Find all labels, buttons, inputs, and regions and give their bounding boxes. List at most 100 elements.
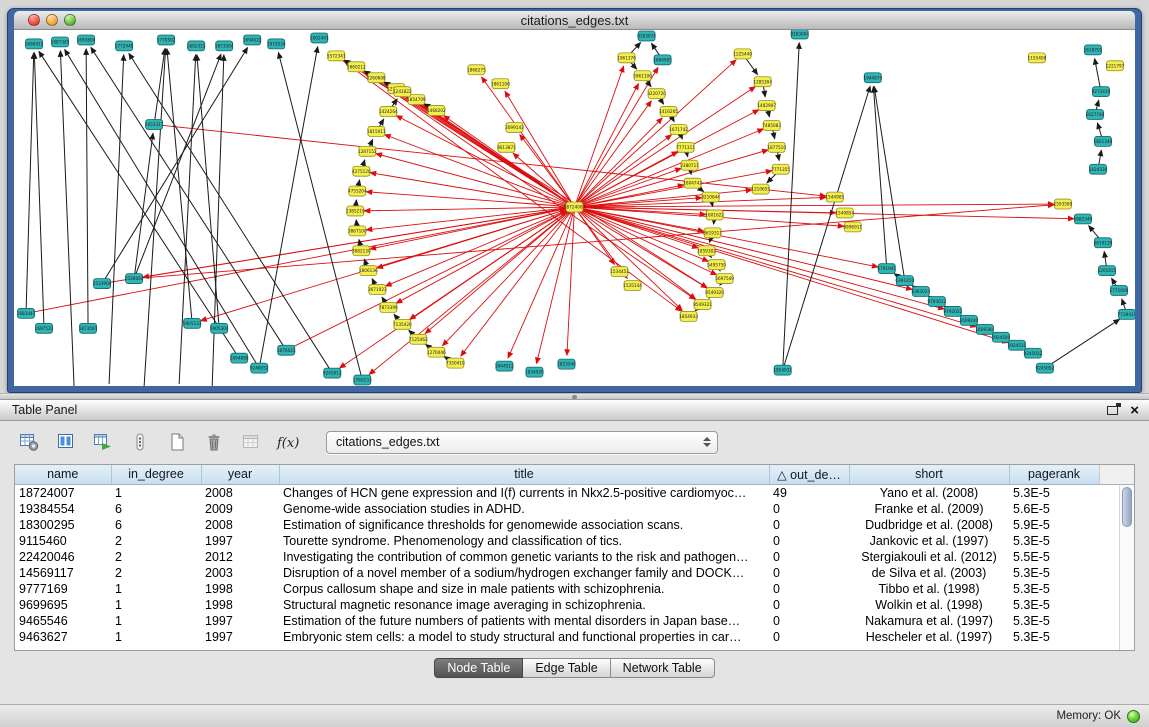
graph-node[interactable]: 1873304 <box>215 41 234 51</box>
graph-node[interactable]: 1549854 <box>835 208 854 218</box>
column-header-short[interactable]: short <box>849 465 1009 484</box>
graph-node[interactable]: 1660212 <box>347 62 366 72</box>
column-header-in_degree[interactable]: in_degree <box>111 465 201 484</box>
graph-node[interactable]: 1770502 <box>157 35 176 45</box>
graph-node[interactable]: 2380711 <box>680 160 699 170</box>
graph-node[interactable]: 1534451 <box>610 267 629 277</box>
graph-node[interactable]: 5905133 <box>183 318 202 328</box>
graph-node[interactable]: 1609240 <box>959 315 978 325</box>
graph-node[interactable]: 3220720 <box>647 89 666 99</box>
graph-node[interactable]: 7873399 <box>379 302 398 312</box>
graph-node[interactable]: 1694022 <box>243 35 262 45</box>
new-document-icon[interactable] <box>164 429 190 455</box>
graph-node[interactable]: 1690415 <box>25 39 44 49</box>
graph-node[interactable]: 3671923 <box>368 285 387 295</box>
graph-node[interactable]: 7771355 <box>771 164 790 174</box>
graph-node[interactable]: 8183004 <box>790 30 809 39</box>
scrollbar-thumb[interactable] <box>1122 487 1132 527</box>
graph-node[interactable]: 1876023 <box>277 345 296 355</box>
graph-node[interactable]: 1854933 <box>679 311 698 321</box>
split-divider[interactable] <box>0 393 1149 400</box>
close-panel-icon[interactable]: × <box>1130 403 1139 418</box>
table-row[interactable]: 2242004622012Investigating the contribut… <box>15 549 1134 565</box>
graph-node[interactable]: 1815411 <box>367 126 386 136</box>
graph-node[interactable]: 1697533 <box>35 323 54 333</box>
graph-node[interactable]: 9245052 <box>1036 363 1055 373</box>
graph-node[interactable]: 1854932 <box>773 365 792 375</box>
graph-node[interactable]: 1285304 <box>753 77 772 87</box>
graph-node[interactable]: 7739410 <box>1118 309 1135 319</box>
column-header-name[interactable]: name <box>15 465 111 484</box>
graph-node[interactable]: 6791941 <box>877 264 896 274</box>
graph-node[interactable]: 1683441 <box>17 308 36 318</box>
graph-node[interactable]: 1861106 <box>491 79 510 89</box>
vertical-scrollbar[interactable] <box>1119 485 1134 650</box>
graph-node[interactable]: 1155408 <box>1028 53 1047 63</box>
import-table-icon[interactable] <box>90 429 116 455</box>
graph-node[interactable]: 2526060 <box>125 274 144 284</box>
graph-node[interactable]: 1821340 <box>1094 136 1113 146</box>
graph-node[interactable]: 9549320 <box>705 288 724 298</box>
close-window-button[interactable] <box>28 14 40 26</box>
table-row[interactable]: 1830029562008Estimation of significance … <box>15 517 1134 533</box>
graph-node[interactable]: 5961100 <box>633 71 652 81</box>
tab-edge-table[interactable]: Edge Table <box>523 658 610 678</box>
graph-node[interactable]: 5944512 <box>495 361 514 371</box>
graph-node[interactable]: 4755204 <box>348 186 367 196</box>
graph-node[interactable]: 1604742 <box>683 178 702 188</box>
graph-node[interactable]: 1535144 <box>623 281 642 291</box>
graph-node[interactable]: 1692315 <box>187 41 206 51</box>
tab-node-table[interactable]: Node Table <box>434 658 523 678</box>
graph-node[interactable]: 1627740 <box>1086 110 1105 120</box>
graph-node[interactable]: 5924500 <box>992 332 1011 342</box>
graph-node[interactable]: 7135420 <box>393 319 412 329</box>
graph-node[interactable]: 1482907 <box>757 101 776 111</box>
graph-node[interactable]: 5905304 <box>210 323 229 333</box>
graph-node[interactable]: 8183074 <box>637 31 656 41</box>
graph-node[interactable]: 7485083 <box>762 120 781 130</box>
network-canvas[interactable]: 1690415168734516938041772440177050216923… <box>14 30 1135 386</box>
graph-node[interactable]: 1468202 <box>427 106 446 116</box>
graph-node[interactable]: 9245012 <box>323 368 342 378</box>
graph-node[interactable]: 1806136 <box>359 266 378 276</box>
graph-node[interactable]: 9246052 <box>250 363 269 373</box>
graph-node[interactable]: 1868275 <box>467 65 486 75</box>
graph-node[interactable]: 6391410 <box>895 276 914 286</box>
graph-node[interactable]: 1221797 <box>1106 61 1125 71</box>
window-titlebar[interactable]: citations_edges.txt <box>14 11 1135 30</box>
graph-node[interactable]: 1760233 <box>353 375 372 385</box>
table-row[interactable]: 1456911722003Disruption of a novel membe… <box>15 565 1134 581</box>
graph-node[interactable]: 1210655 <box>751 184 770 194</box>
graph-node[interactable]: 3682130 <box>352 246 371 256</box>
graph-node[interactable]: 9273410 <box>1092 87 1111 97</box>
graph-node[interactable]: 2385219 <box>346 206 365 216</box>
graph-node[interactable]: 1593580 <box>1054 199 1073 209</box>
graph-node[interactable]: 1544905 <box>825 192 844 202</box>
graph-node[interactable]: 2053317 <box>145 119 164 129</box>
graph-node[interactable]: 4275120 <box>352 166 371 176</box>
graph-node[interactable]: 7125462 <box>409 334 428 344</box>
graph-node[interactable]: 1201655 <box>1098 266 1117 276</box>
graph-node[interactable]: 3210644 <box>701 192 720 202</box>
graph-node[interactable]: 1961376 <box>617 53 636 63</box>
column-header-pagerank[interactable]: pagerank <box>1009 465 1099 484</box>
function-builder-icon[interactable]: f(x) <box>275 429 301 455</box>
graph-node[interactable]: 1241822 <box>393 87 412 97</box>
graph-node[interactable]: 1270446 <box>427 347 446 357</box>
table-row[interactable]: 977716911998Corpus callosum shape and si… <box>15 581 1134 597</box>
graph-node[interactable]: 9245032 <box>1024 348 1043 358</box>
graph-node[interactable]: 9013871 <box>497 142 516 152</box>
table-disabled-icon[interactable] <box>238 429 264 455</box>
graph-node[interactable]: 2260608 <box>367 73 386 83</box>
graph-node[interactable]: 18724007 <box>564 202 586 212</box>
select-columns-icon[interactable] <box>53 429 79 455</box>
graph-node[interactable]: 3867100 <box>348 226 367 236</box>
graph-node[interactable]: 1424264 <box>379 107 398 117</box>
graph-node[interactable]: 5572341 <box>327 51 346 61</box>
zoom-window-button[interactable] <box>64 14 76 26</box>
graph-node[interactable]: 1834920 <box>525 367 544 377</box>
graph-node[interactable]: 1225440 <box>733 49 752 59</box>
table-settings-icon[interactable] <box>16 429 42 455</box>
table-row[interactable]: 946362711997Embryonic stem cells: a mode… <box>15 629 1134 645</box>
graph-node[interactable]: 8619311 <box>703 228 722 238</box>
